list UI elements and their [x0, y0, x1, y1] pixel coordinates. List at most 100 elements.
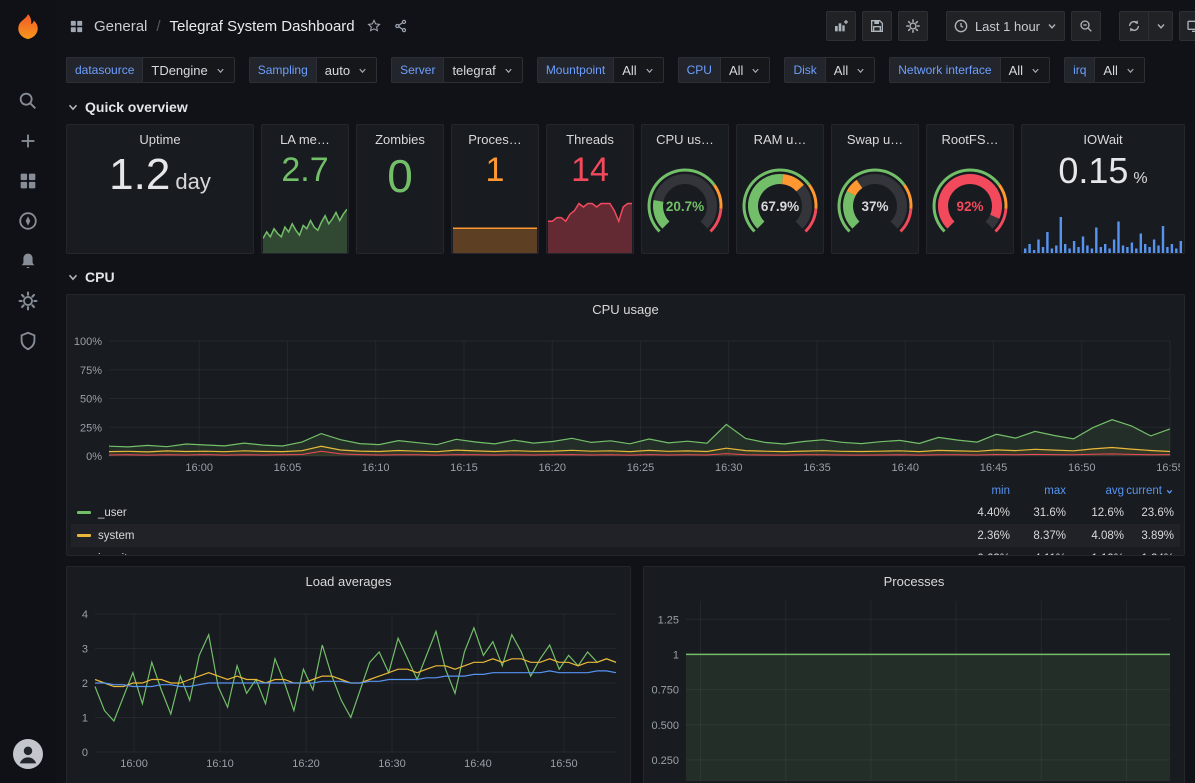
svg-text:92%: 92% [956, 199, 983, 214]
caret-down-icon [1155, 20, 1167, 32]
grafana-logo[interactable] [11, 12, 45, 46]
star-icon[interactable] [366, 18, 382, 34]
variable-mountpoint: Mountpoint All [537, 57, 664, 83]
panel-title[interactable]: Load averages [67, 567, 630, 595]
zoom-out-button[interactable] [1071, 11, 1101, 41]
panel-title[interactable]: Zombies [357, 125, 443, 153]
legend-min: 4.40% [950, 507, 1010, 519]
variable-value-dropdown: auto [316, 57, 377, 83]
explore-icon[interactable] [17, 210, 39, 232]
user-avatar[interactable] [13, 739, 43, 769]
svg-text:16:30: 16:30 [378, 758, 406, 770]
refresh-icon [1126, 18, 1142, 34]
refresh-button[interactable] [1119, 11, 1149, 41]
svg-text:16:50: 16:50 [550, 758, 578, 770]
breadcrumb-folder[interactable]: General [94, 18, 147, 35]
alerting-icon[interactable] [17, 250, 39, 272]
add-icon[interactable] [17, 130, 39, 152]
chevron-down-icon [750, 65, 761, 76]
dashboard-settings-button[interactable] [898, 11, 928, 41]
panel-title[interactable]: RootFS… [927, 125, 1013, 153]
panel-title[interactable]: Threads [547, 125, 633, 153]
legend-col-min[interactable]: min [950, 485, 1010, 497]
refresh-interval-dropdown[interactable] [1149, 11, 1173, 41]
cpu-usage-chart[interactable]: 100%75%50%25%0%16:0016:0516:1016:1516:20… [71, 323, 1180, 481]
series-color-swatch [77, 534, 91, 537]
tv-icon [1186, 18, 1195, 34]
search-icon[interactable] [17, 90, 39, 112]
panel-title[interactable]: Uptime [67, 125, 253, 153]
save-dashboard-button[interactable] [862, 11, 892, 41]
panel-title[interactable]: Proces… [452, 125, 538, 153]
load-averages-chart[interactable]: 4321016:0016:1016:2016:3016:4016:50 [71, 595, 626, 783]
chevron-down-icon [66, 100, 80, 114]
variable-label: irq [1064, 57, 1094, 83]
template-variables-bar: datasource TDengine Sampling auto Server… [56, 52, 1195, 88]
svg-text:37%: 37% [861, 199, 888, 214]
legend-current: 23.6% [1124, 507, 1174, 519]
cpu-legend: min max avg current _user 4.40% 31.6% 12… [71, 481, 1180, 555]
chevron-down-icon [855, 65, 866, 76]
legend-col-max[interactable]: max [1010, 485, 1066, 497]
variable-value-dropdown[interactable]: TDengine [142, 57, 234, 83]
svg-text:16:00: 16:00 [120, 758, 148, 770]
security-icon[interactable] [17, 330, 39, 352]
variable-value-dropdown[interactable]: All [613, 57, 663, 83]
variable-sampling: Sampling auto [249, 57, 377, 83]
panel-title[interactable]: RAM u… [737, 125, 823, 153]
panel-title[interactable]: CPU us… [642, 125, 728, 153]
dashboards-icon[interactable] [17, 170, 39, 192]
sort-caret-icon [1165, 487, 1174, 496]
variable-value-dropdown[interactable]: All [720, 57, 770, 83]
zoom-out-icon [1078, 18, 1094, 34]
add-panel-button[interactable] [826, 11, 856, 41]
legend-max: 8.37% [1010, 530, 1066, 542]
gauge: 20.7% [642, 151, 728, 251]
svg-text:1: 1 [673, 649, 679, 661]
series-toggle[interactable]: system [77, 530, 950, 542]
svg-text:2: 2 [82, 678, 88, 690]
legend-col-avg[interactable]: avg [1066, 485, 1124, 497]
svg-text:16:30: 16:30 [715, 462, 743, 474]
settings-icon[interactable] [17, 290, 39, 312]
page-title[interactable]: Telegraf System Dashboard [170, 18, 355, 35]
quick-overview-row: Uptime 1.2 day LA me… 2.7 Zombies 0 Proc… [66, 124, 1185, 254]
variable-cpu: CPU All [678, 57, 771, 83]
variable-label: Disk [784, 57, 824, 83]
svg-text:4: 4 [82, 609, 88, 621]
gauge: 37% [832, 151, 918, 251]
toolbar: Last 1 hour [826, 11, 1195, 41]
row-header-quick-overview[interactable]: Quick overview [66, 96, 1185, 118]
series-toggle[interactable]: _user [77, 507, 950, 519]
panel-title[interactable]: IOWait [1022, 125, 1184, 153]
variable-label: Server [391, 57, 443, 83]
series-toggle[interactable]: iowait [77, 553, 950, 556]
variable-value-dropdown[interactable]: All [1000, 57, 1050, 83]
row-header-cpu[interactable]: CPU [66, 266, 1185, 288]
time-range-picker[interactable]: Last 1 hour [946, 11, 1065, 41]
legend-row: iowait 0.63% 4.11% 1.19% 1.24% [71, 547, 1180, 555]
variable-value-dropdown[interactable]: All [1094, 57, 1144, 83]
variable-server: Server telegraf [391, 57, 523, 83]
variable-value-dropdown[interactable]: telegraf [443, 57, 522, 83]
panel-title[interactable]: Swap u… [832, 125, 918, 153]
variable-value-dropdown[interactable]: All [825, 57, 875, 83]
legend-avg: 1.19% [1066, 553, 1124, 556]
legend-header: min max avg current [71, 481, 1180, 501]
processes-chart[interactable]: 1.2510.7500.5000.25016:0016:1016:2016:30… [648, 595, 1180, 783]
panel-zombies: Zombies 0 [356, 124, 444, 254]
panel-title[interactable]: CPU usage [67, 295, 1184, 323]
svg-text:16:20: 16:20 [538, 462, 566, 474]
chevron-down-icon [503, 65, 514, 76]
variable-label: CPU [678, 57, 720, 83]
legend-col-current[interactable]: current [1124, 485, 1174, 497]
legend-row: _user 4.40% 31.6% 12.6% 23.6% [71, 501, 1180, 524]
panel-title[interactable]: LA me… [262, 125, 348, 153]
panel-load-averages: Load averages 4321016:0016:1016:2016:301… [66, 566, 631, 783]
variable-datasource: datasource TDengine [66, 57, 235, 83]
stat-value: 1 [452, 153, 538, 225]
cycle-view-button[interactable] [1179, 11, 1195, 41]
share-icon[interactable] [393, 18, 409, 34]
variable-network-interface: Network interface All [889, 57, 1050, 83]
panel-title[interactable]: Processes [644, 567, 1184, 595]
